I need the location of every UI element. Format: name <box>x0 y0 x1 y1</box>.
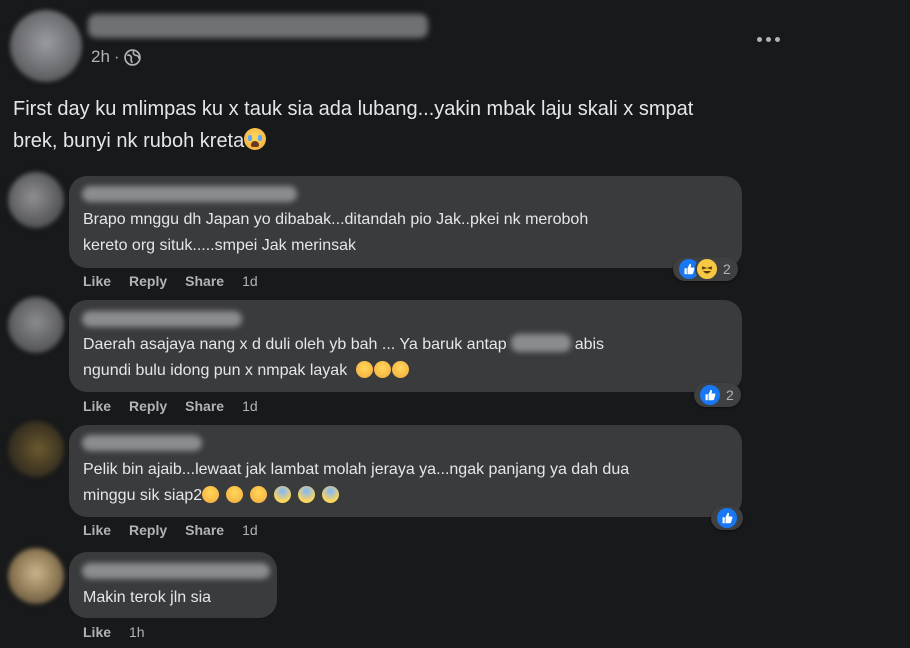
share-button[interactable]: Share <box>185 273 224 289</box>
comment-actions: Like Reply Share 1d <box>83 522 276 538</box>
comment-line: Pelik bin ajaib...lewaat jak lambat mola… <box>83 461 630 478</box>
post-author-name[interactable] <box>88 14 428 38</box>
post-text: First day ku mlimpas ku x tauk sia ada l… <box>13 93 693 157</box>
comment-line-wrap: ngundi bulu idong pun x nmpak layak <box>83 358 604 384</box>
like-button[interactable]: Like <box>83 273 111 289</box>
comment-line: kereto org situk.....smpei Jak merinsak <box>83 237 356 254</box>
comment-line: Daerah asajaya nang x d duli oleh yb bah… <box>83 336 507 353</box>
post-time[interactable]: 2h <box>91 47 110 67</box>
comment-text: Makin terok jln sia <box>83 585 211 611</box>
scream-emoji <box>298 486 316 503</box>
commenter-avatar[interactable] <box>8 172 64 228</box>
meta-separator: · <box>113 47 120 66</box>
post-text-line2: brek, bunyi nk ruboh kreta <box>13 130 245 152</box>
share-button[interactable]: Share <box>185 398 224 414</box>
reply-button[interactable]: Reply <box>129 273 167 289</box>
rofl-emoji <box>391 361 409 378</box>
comment-text: Daerah asajaya nang x d duli oleh yb bah… <box>83 332 604 384</box>
comment-line: Makin terok jln sia <box>83 589 212 606</box>
reaction-count: 2 <box>723 261 731 277</box>
like-button[interactable]: Like <box>83 398 111 414</box>
relieved-emoji <box>250 486 268 503</box>
redacted-text <box>510 334 571 352</box>
reaction-count: 2 <box>726 387 734 403</box>
rofl-emoji <box>355 361 373 378</box>
commenter-name[interactable] <box>82 435 202 451</box>
comment-line: minggu sik siap2 <box>83 487 203 504</box>
reaction-summary[interactable]: 2 <box>673 257 738 281</box>
like-button[interactable]: Like <box>83 624 111 640</box>
post-text-line2-wrap: brek, bunyi nk ruboh kreta <box>13 125 693 157</box>
commenter-avatar[interactable] <box>8 421 64 477</box>
more-options-icon[interactable] <box>757 37 780 42</box>
rofl-emoji <box>373 361 391 378</box>
comment-text: Pelik bin ajaib...lewaat jak lambat mola… <box>83 457 629 509</box>
commenter-name[interactable] <box>82 311 242 327</box>
relieved-emoji <box>202 486 220 503</box>
commenter-name[interactable] <box>82 563 270 579</box>
commenter-avatar[interactable] <box>8 548 64 604</box>
comment-time[interactable]: 1d <box>242 522 258 538</box>
comment-actions: Like 1h <box>83 624 163 640</box>
globe-icon <box>123 48 141 66</box>
scream-emoji <box>322 486 340 503</box>
comment-time[interactable]: 1d <box>242 273 258 289</box>
commenter-name[interactable] <box>82 186 297 202</box>
like-reaction-icon <box>715 506 739 530</box>
post-text-line1: First day ku mlimpas ku x tauk sia ada l… <box>13 98 694 120</box>
reaction-summary[interactable] <box>711 506 743 530</box>
comment-line: Brapo mnggu dh Japan yo dibabak...ditand… <box>83 211 589 228</box>
commenter-avatar[interactable] <box>8 297 64 353</box>
crying-face-emoji <box>244 128 267 150</box>
reply-button[interactable]: Reply <box>129 398 167 414</box>
comment-time[interactable]: 1h <box>129 624 145 640</box>
relieved-emoji <box>226 486 244 503</box>
comment-actions: Like Reply Share 1d <box>83 398 276 414</box>
comment-line: ngundi bulu idong pun x nmpak layak <box>83 362 348 379</box>
like-button[interactable]: Like <box>83 522 111 538</box>
post-meta: 2h · <box>91 47 141 67</box>
comment-time[interactable]: 1d <box>242 398 258 414</box>
haha-reaction-icon <box>695 257 719 281</box>
comment-line-wrap: Daerah asajaya nang x d duli oleh yb bah… <box>83 332 604 358</box>
scream-emoji <box>274 486 292 503</box>
comment-line: abis <box>574 336 605 353</box>
reply-button[interactable]: Reply <box>129 522 167 538</box>
like-reaction-icon <box>698 383 722 407</box>
post-author-avatar[interactable] <box>10 10 82 82</box>
reaction-summary[interactable]: 2 <box>694 383 741 407</box>
share-button[interactable]: Share <box>185 522 224 538</box>
comment-line-wrap: minggu sik siap2 <box>83 483 629 509</box>
comment-text: Brapo mnggu dh Japan yo dibabak...ditand… <box>83 207 588 259</box>
comment-actions: Like Reply Share 1d <box>83 273 276 289</box>
